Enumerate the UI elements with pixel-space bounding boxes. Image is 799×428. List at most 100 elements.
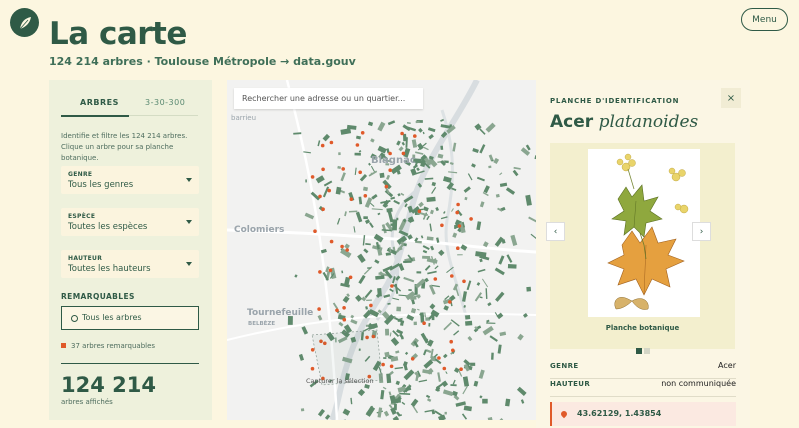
remarkable-tree-marker[interactable] (417, 209, 422, 214)
map-view[interactable]: Rechercher une adresse ou un quartier...… (227, 80, 536, 420)
remarkable-tree-marker[interactable] (340, 244, 344, 249)
gallery-pagination (636, 339, 652, 358)
remarkable-tree-marker[interactable] (422, 321, 426, 325)
tree-patch (388, 391, 392, 396)
remarkable-tree-marker[interactable] (310, 348, 315, 352)
pagination-dot-active[interactable] (636, 348, 642, 354)
remarkable-tree-marker[interactable] (451, 348, 455, 353)
remarkable-tree-marker[interactable] (440, 223, 444, 228)
tree-patch (482, 398, 488, 404)
remarkable-tree-marker[interactable] (355, 143, 360, 147)
espece-select[interactable]: ESPÈCE Toutes les espèces (61, 208, 199, 236)
tree-patch (402, 361, 408, 367)
remarkable-tree-marker[interactable] (455, 210, 459, 215)
remarkable-tree-marker[interactable] (320, 143, 325, 148)
remarkable-tree-marker[interactable] (450, 274, 454, 278)
tree-patch (443, 211, 446, 214)
tree-patch (390, 223, 395, 227)
remarkable-tree-marker[interactable] (329, 239, 334, 244)
remarkable-tree-marker[interactable] (469, 217, 473, 221)
remarkable-tree-marker[interactable] (388, 168, 392, 172)
tree-patch (499, 172, 503, 176)
tree-patch (358, 150, 362, 153)
genre-select[interactable]: GENRE Tous les genres (61, 166, 199, 194)
remarkable-tree-marker[interactable] (327, 188, 331, 193)
remarkable-tree-marker[interactable] (313, 229, 317, 233)
species-genus: Acer (550, 112, 594, 132)
close-button[interactable]: × (721, 88, 741, 108)
remarkable-tree-marker[interactable] (342, 306, 346, 310)
remarkable-tree-marker[interactable] (457, 224, 462, 228)
tree-patch (481, 278, 489, 288)
remarkable-tree-marker[interactable] (381, 362, 385, 367)
remarkable-tree-marker[interactable] (329, 140, 334, 145)
tree-patch (464, 196, 468, 201)
remarkable-tree-marker[interactable] (384, 184, 389, 189)
tree-patch (315, 175, 325, 184)
menu-button[interactable]: Menu (741, 8, 788, 31)
remarkable-tree-marker[interactable] (456, 246, 460, 250)
tree-patch (415, 375, 419, 382)
remarkable-tree-marker[interactable] (442, 366, 447, 371)
tree-patch (344, 211, 347, 217)
remarkable-tree-marker[interactable] (437, 356, 441, 360)
prev-image-button[interactable]: ‹ (546, 222, 565, 241)
remarkable-tree-marker[interactable] (335, 308, 339, 313)
remarkable-tree-marker[interactable] (358, 170, 362, 175)
remarkable-tree-marker[interactable] (345, 248, 349, 252)
remarkable-tree-marker[interactable] (400, 131, 404, 136)
next-image-button[interactable]: › (692, 222, 711, 241)
tree-patch (452, 142, 457, 152)
remarkable-tree-marker[interactable] (449, 339, 453, 344)
page-subtitle[interactable]: 124 214 arbres · Toulouse Métropole → da… (49, 55, 356, 68)
remarkable-tree-marker[interactable] (462, 279, 466, 284)
hauteur-select[interactable]: HAUTEUR Toutes les hauteurs (61, 250, 199, 278)
remarkable-tree-marker[interactable] (310, 366, 315, 371)
tree-patch (386, 174, 391, 180)
tree-patch (358, 196, 363, 205)
remarkable-tree-marker[interactable] (328, 268, 333, 273)
species-epithet: platanoides (598, 112, 699, 132)
pagination-dot[interactable] (644, 348, 650, 354)
tab-3-30-300[interactable]: 3-30-300 (145, 98, 185, 107)
address-search-input[interactable]: Rechercher une adresse ou un quartier... (234, 88, 423, 109)
tree-patch (410, 308, 417, 314)
map-canvas[interactable] (227, 80, 536, 420)
remarkable-tree-marker[interactable] (321, 167, 325, 172)
remarkable-tree-marker[interactable] (317, 307, 321, 311)
remarkable-tree-marker[interactable] (341, 167, 345, 171)
tree-patch (438, 249, 445, 257)
map-label-blagnac: Blagnac (371, 155, 416, 166)
tree-patch (476, 282, 481, 286)
tree-patch (467, 336, 473, 342)
tree-patch (441, 380, 449, 388)
tree-patch (528, 216, 536, 223)
tree-patch (487, 417, 494, 420)
remarkable-tree-marker[interactable] (456, 202, 460, 207)
remarkable-tree-marker[interactable] (318, 270, 322, 274)
remarkable-tree-marker[interactable] (448, 300, 452, 304)
remarkable-tree-marker[interactable] (342, 317, 347, 322)
tree-patch (462, 385, 468, 395)
remarkable-tree-marker[interactable] (318, 194, 322, 199)
tree-patch (418, 379, 428, 383)
remarkable-tree-marker[interactable] (433, 277, 438, 281)
remarkable-tree-marker[interactable] (459, 367, 463, 372)
remarkable-tree-marker[interactable] (321, 207, 325, 211)
tree-patch (422, 245, 430, 251)
remarkable-tree-marker[interactable] (410, 357, 415, 361)
all-trees-toggle[interactable]: Tous les arbres (61, 306, 199, 330)
remarkable-tree-marker[interactable] (348, 275, 353, 280)
tree-patch (426, 196, 436, 203)
tree-patch (384, 351, 390, 358)
capture-selection-label[interactable]: Capturer la sélection (306, 377, 374, 385)
remarkable-tree-marker[interactable] (363, 194, 368, 198)
remarkable-tree-marker[interactable] (369, 303, 373, 308)
remarkable-tree-marker[interactable] (360, 131, 365, 135)
remarkable-tree-marker[interactable] (349, 197, 354, 201)
remarkable-tree-marker[interactable] (310, 175, 315, 179)
remarkable-tree-marker[interactable] (389, 364, 394, 369)
tab-arbres[interactable]: ARBRES (80, 98, 119, 107)
remarkable-tree-marker[interactable] (413, 134, 417, 138)
remarkable-tree-marker[interactable] (390, 284, 394, 288)
